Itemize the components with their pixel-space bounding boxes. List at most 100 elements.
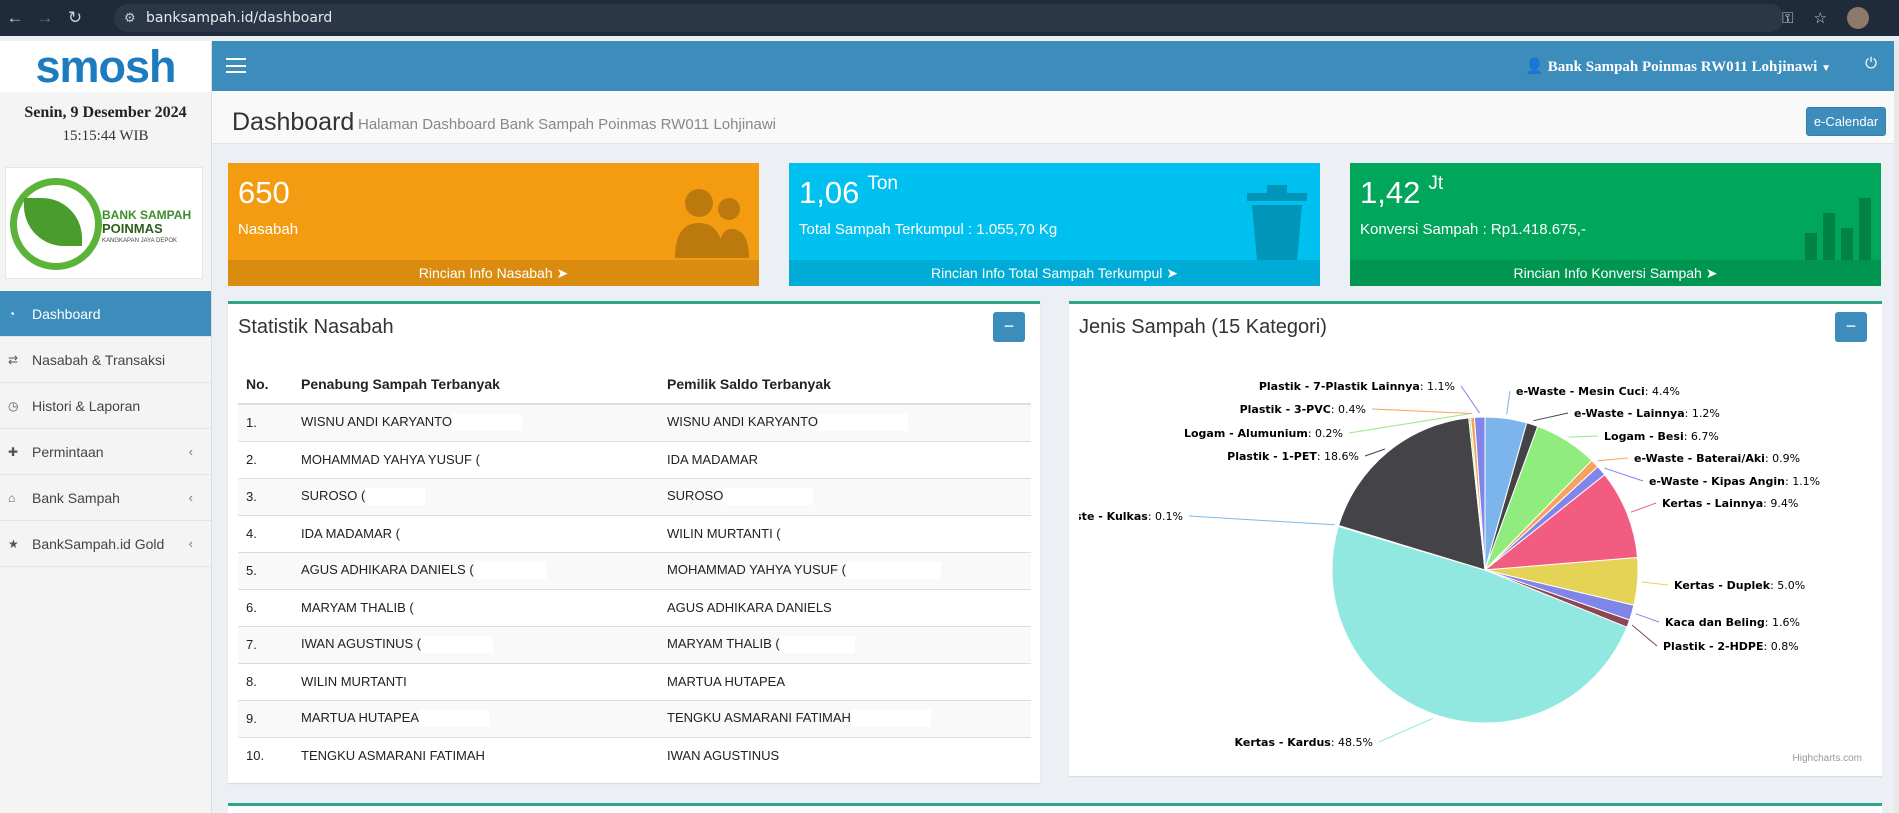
slice-label: e-Waste - Kipas Angin: 1.1%: [1649, 475, 1820, 488]
page-title: Dashboard: [232, 108, 355, 136]
logo-line3: KANGKAPAN JAYA DEPOK: [102, 238, 178, 244]
konversi-info-link[interactable]: Rincian Info Konversi Sampah ➤: [1350, 260, 1881, 286]
profile-avatar[interactable]: [1847, 7, 1869, 29]
konversi-sampah-card: 1,42 Jt Konversi Sampah : Rp1.418.675,- R…: [1350, 163, 1881, 286]
cell-no: 5.: [238, 551, 293, 589]
power-icon[interactable]: ⏻: [1865, 55, 1877, 72]
slice-label: Kertas - Kardus: 48.5%: [1235, 736, 1373, 749]
sidebar-item-histori-laporan[interactable]: ◷ Histori & Laporan: [0, 383, 211, 429]
table-row: 4. IDA MADAMAR (WILIN MURTANTI (: [238, 514, 1031, 552]
slice-connector: [1635, 613, 1660, 623]
cell-text: WILIN MURTANTI: [301, 674, 407, 689]
slice-separator: :: [1684, 430, 1691, 443]
slice-connector: [1460, 385, 1480, 414]
card-link-label: Rincian Info Nasabah: [418, 265, 553, 281]
sidebar-item-bank-sampah[interactable]: ⌂ Bank Sampah ‹: [0, 475, 211, 521]
key-icon[interactable]: ⚿: [1782, 10, 1793, 27]
app-logo-text: smosh: [35, 40, 176, 92]
card-label: Konversi Sampah : Rp1.418.675,-: [1360, 221, 1586, 238]
slice-label: Kertas - Duplek: 5.0%: [1674, 579, 1805, 592]
card-value-number: 1,42: [1360, 175, 1421, 210]
user-menu[interactable]: 👤 Bank Sampah Poinmas RW011 Lohjinawi ▼: [1525, 57, 1831, 76]
cell-text: MARYAM THALIB (: [301, 600, 414, 615]
cell-text: 3.: [246, 489, 257, 504]
cell-text: IDA MADAMAR: [667, 452, 759, 467]
user-icon: 👤: [1525, 59, 1545, 75]
redacted-block: [418, 710, 489, 728]
slice-name: Kertas - Duplek: [1674, 579, 1771, 592]
slice-value: 9.4%: [1770, 497, 1798, 510]
redacted-block: [473, 562, 546, 580]
cell-penabung: MARYAM THALIB (: [293, 588, 659, 626]
redacted-block: [365, 488, 426, 506]
card-value-unit: Jt: [1428, 172, 1444, 194]
card-value: 1,06 Ton: [799, 173, 898, 211]
back-icon[interactable]: ←: [0, 0, 30, 36]
sidebar-item-permintaan[interactable]: ✚ Permintaan ‹: [0, 429, 211, 475]
cell-text: IWAN AGUSTINUS: [667, 748, 780, 764]
statistik-table: No. Penabung Sampah Terbanyak Pemilik Sa…: [238, 364, 1031, 774]
cell-pemilik: MOHAMMAD YAHYA YUSUF (: [659, 551, 1031, 589]
slice-label: e-Waste - Kulkas: 0.1%: [1079, 510, 1183, 523]
arrow-circle-right-icon: ➤: [556, 265, 569, 281]
slice-name: e-Waste - Lainnya: [1574, 407, 1685, 420]
cell-text: 7.: [246, 637, 257, 652]
cell-penabung: MOHAMMAD YAHYA YUSUF (: [293, 440, 659, 478]
caret-down-icon: ▼: [1821, 63, 1831, 74]
collapse-button[interactable]: −: [993, 312, 1025, 342]
cell-text: MARYAM THALIB (: [667, 635, 780, 651]
slice-connector: [1506, 390, 1511, 415]
next-panel: [228, 803, 1882, 813]
collapse-button[interactable]: −: [1835, 312, 1867, 342]
forward-icon[interactable]: →: [30, 0, 60, 36]
slice-value: 5.0%: [1777, 579, 1805, 592]
slice-name: Plastik - 7-Plastik Lainnya: [1259, 380, 1420, 393]
total-sampah-info-link[interactable]: Rincian Info Total Sampah Terkumpul ➤: [789, 260, 1320, 286]
slice-name: Logam - Alumunium: [1184, 427, 1308, 440]
cell-pemilik: IWAN AGUSTINUS: [659, 736, 1031, 774]
cell-text: MARTUA HUTAPEA: [301, 709, 419, 725]
sidebar-item-label: Dashboard: [32, 305, 101, 322]
column-header-penabung: Penabung Sampah Terbanyak: [293, 364, 659, 405]
slice-value: 1.1%: [1427, 380, 1455, 393]
cell-text: IWAN AGUSTINUS (: [301, 635, 422, 651]
nasabah-info-link[interactable]: Rincian Info Nasabah ➤: [228, 260, 759, 286]
sidebar-item-gold[interactable]: ★ BankSampah.id Gold ‹: [0, 521, 211, 567]
slice-value: 0.8%: [1771, 640, 1799, 653]
highcharts-credit[interactable]: Highcharts.com: [1793, 753, 1862, 764]
slice-separator: :: [1645, 385, 1652, 398]
slice-label: Kaca dan Beling: 1.6%: [1665, 616, 1800, 629]
app-logo[interactable]: smosh: [0, 41, 211, 92]
cell-text: SUROSO: [667, 487, 724, 503]
slice-connector: [1371, 408, 1473, 415]
slice-connector: [1604, 467, 1644, 482]
cell-pemilik: MARYAM THALIB (: [659, 625, 1031, 663]
slice-label: Plastik - 2-HDPE: 0.8%: [1663, 640, 1799, 653]
sidebar-item-nasabah-transaksi[interactable]: ⇄ Nasabah & Transaksi: [0, 337, 211, 383]
cell-pemilik: WISNU ANDI KARYANTO: [659, 403, 1031, 441]
sidebar-item-label: Nasabah & Transaksi: [32, 351, 166, 368]
slice-name: e-Waste - Kipas Angin: [1649, 475, 1785, 488]
panel-title: Statistik Nasabah: [238, 316, 394, 338]
hamburger-menu-icon[interactable]: [226, 58, 246, 73]
plus-icon: ✚: [8, 444, 19, 459]
bookmark-star-icon[interactable]: ☆: [1814, 9, 1827, 27]
page-scrollbar[interactable]: [1894, 41, 1899, 813]
cell-text: AGUS ADHIKARA DANIELS: [667, 600, 832, 615]
slice-connector: [1631, 624, 1658, 647]
cell-text: MOHAMMAD YAHYA YUSUF (: [667, 561, 846, 577]
e-calendar-button[interactable]: e-Calendar: [1806, 107, 1886, 136]
reload-icon[interactable]: ↻: [60, 0, 90, 36]
cell-text: WISNU ANDI KARYANTO: [301, 414, 452, 430]
slice-separator: :: [1765, 616, 1772, 629]
site-info-icon[interactable]: ⚙: [124, 10, 146, 26]
slice-value: 0.4%: [1338, 403, 1366, 416]
sidebar-item-dashboard[interactable]: ◔ Dashboard: [0, 291, 211, 337]
address-bar[interactable]: ⚙ banksampah.id/dashboard: [114, 4, 1784, 32]
table-row: 5. AGUS ADHIKARA DANIELS (MOHAMMAD YAHYA …: [238, 551, 1031, 589]
cell-text: 4.: [246, 526, 257, 541]
slice-value: 0.2%: [1315, 427, 1343, 440]
trash-icon: [1247, 185, 1307, 261]
card-link-label: Rincian Info Total Sampah Terkumpul: [930, 265, 1163, 281]
table-row: 10. TENGKU ASMARANI FATIMAH IWAN AGUSTINUS: [238, 736, 1031, 774]
